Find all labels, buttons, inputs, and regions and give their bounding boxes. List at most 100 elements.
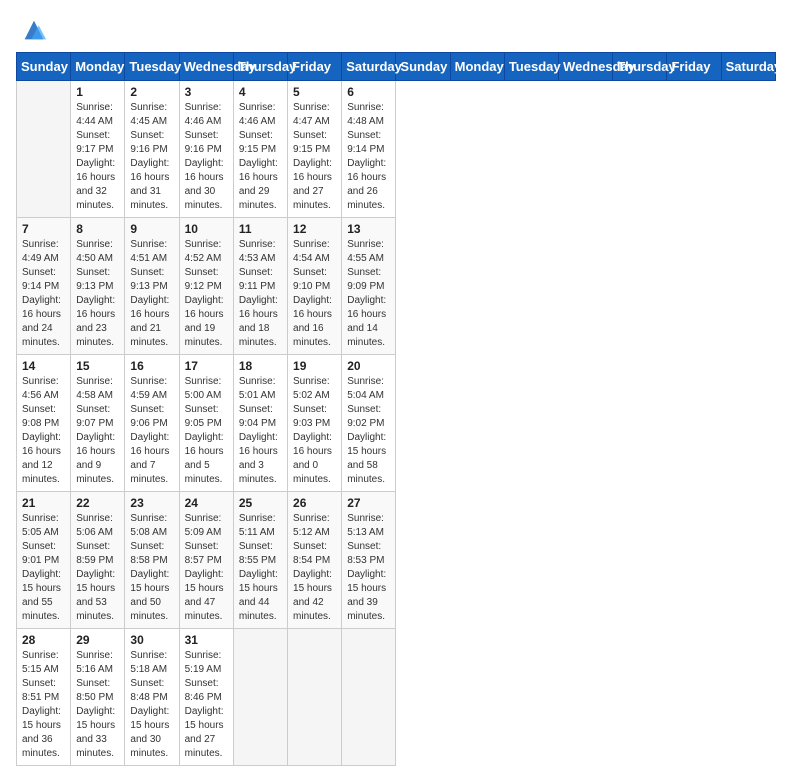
- day-info: Sunrise: 4:49 AMSunset: 9:14 PMDaylight:…: [22, 238, 65, 350]
- calendar-cell: 28 Sunrise: 5:15 AMSunset: 8:51 PMDaylig…: [17, 629, 71, 766]
- calendar-header-row: SundayMondayTuesdayWednesdayThursdayFrid…: [17, 53, 776, 81]
- calendar-week-row: 1 Sunrise: 4:44 AMSunset: 9:17 PMDayligh…: [17, 81, 776, 218]
- day-number: 25: [239, 496, 282, 510]
- calendar-cell: [17, 81, 71, 218]
- day-number: 2: [130, 85, 173, 99]
- day-number: 4: [239, 85, 282, 99]
- calendar-cell: 18 Sunrise: 5:01 AMSunset: 9:04 PMDaylig…: [233, 355, 287, 492]
- calendar-cell: 29 Sunrise: 5:16 AMSunset: 8:50 PMDaylig…: [71, 629, 125, 766]
- calendar-cell: 11 Sunrise: 4:53 AMSunset: 9:11 PMDaylig…: [233, 218, 287, 355]
- calendar-cell: 5 Sunrise: 4:47 AMSunset: 9:15 PMDayligh…: [288, 81, 342, 218]
- day-number: 22: [76, 496, 119, 510]
- calendar-cell: 19 Sunrise: 5:02 AMSunset: 9:03 PMDaylig…: [288, 355, 342, 492]
- calendar-cell: 1 Sunrise: 4:44 AMSunset: 9:17 PMDayligh…: [71, 81, 125, 218]
- day-info: Sunrise: 4:56 AMSunset: 9:08 PMDaylight:…: [22, 375, 65, 487]
- day-info: Sunrise: 5:02 AMSunset: 9:03 PMDaylight:…: [293, 375, 336, 487]
- calendar-table: SundayMondayTuesdayWednesdayThursdayFrid…: [16, 52, 776, 766]
- calendar-cell: 4 Sunrise: 4:46 AMSunset: 9:15 PMDayligh…: [233, 81, 287, 218]
- day-info: Sunrise: 4:46 AMSunset: 9:16 PMDaylight:…: [185, 101, 228, 213]
- day-number: 17: [185, 359, 228, 373]
- day-info: Sunrise: 4:52 AMSunset: 9:12 PMDaylight:…: [185, 238, 228, 350]
- day-number: 1: [76, 85, 119, 99]
- day-info: Sunrise: 5:13 AMSunset: 8:53 PMDaylight:…: [347, 512, 390, 624]
- day-info: Sunrise: 4:54 AMSunset: 9:10 PMDaylight:…: [293, 238, 336, 350]
- day-info: Sunrise: 5:06 AMSunset: 8:59 PMDaylight:…: [76, 512, 119, 624]
- day-info: Sunrise: 5:04 AMSunset: 9:02 PMDaylight:…: [347, 375, 390, 487]
- weekday-header-friday: Friday: [667, 53, 721, 81]
- day-info: Sunrise: 5:05 AMSunset: 9:01 PMDaylight:…: [22, 512, 65, 624]
- weekday-header-wednesday: Wednesday: [559, 53, 613, 81]
- day-info: Sunrise: 4:53 AMSunset: 9:11 PMDaylight:…: [239, 238, 282, 350]
- day-number: 24: [185, 496, 228, 510]
- calendar-week-row: 21 Sunrise: 5:05 AMSunset: 9:01 PMDaylig…: [17, 492, 776, 629]
- calendar-cell: 3 Sunrise: 4:46 AMSunset: 9:16 PMDayligh…: [179, 81, 233, 218]
- header-wednesday: Wednesday: [179, 53, 233, 81]
- logo: [16, 16, 48, 44]
- calendar-cell: 16 Sunrise: 4:59 AMSunset: 9:06 PMDaylig…: [125, 355, 179, 492]
- day-info: Sunrise: 4:45 AMSunset: 9:16 PMDaylight:…: [130, 101, 173, 213]
- day-info: Sunrise: 5:00 AMSunset: 9:05 PMDaylight:…: [185, 375, 228, 487]
- calendar-cell: [233, 629, 287, 766]
- calendar-cell: 31 Sunrise: 5:19 AMSunset: 8:46 PMDaylig…: [179, 629, 233, 766]
- day-info: Sunrise: 4:59 AMSunset: 9:06 PMDaylight:…: [130, 375, 173, 487]
- calendar-cell: 20 Sunrise: 5:04 AMSunset: 9:02 PMDaylig…: [342, 355, 396, 492]
- day-number: 26: [293, 496, 336, 510]
- day-number: 29: [76, 633, 119, 647]
- calendar-cell: 26 Sunrise: 5:12 AMSunset: 8:54 PMDaylig…: [288, 492, 342, 629]
- day-info: Sunrise: 4:48 AMSunset: 9:14 PMDaylight:…: [347, 101, 390, 213]
- day-info: Sunrise: 5:19 AMSunset: 8:46 PMDaylight:…: [185, 649, 228, 761]
- calendar-cell: 2 Sunrise: 4:45 AMSunset: 9:16 PMDayligh…: [125, 81, 179, 218]
- page-header: [16, 16, 776, 44]
- calendar-cell: 23 Sunrise: 5:08 AMSunset: 8:58 PMDaylig…: [125, 492, 179, 629]
- calendar-cell: 13 Sunrise: 4:55 AMSunset: 9:09 PMDaylig…: [342, 218, 396, 355]
- calendar-week-row: 7 Sunrise: 4:49 AMSunset: 9:14 PMDayligh…: [17, 218, 776, 355]
- weekday-header-thursday: Thursday: [613, 53, 667, 81]
- day-number: 9: [130, 222, 173, 236]
- day-info: Sunrise: 5:12 AMSunset: 8:54 PMDaylight:…: [293, 512, 336, 624]
- day-number: 23: [130, 496, 173, 510]
- day-number: 8: [76, 222, 119, 236]
- day-number: 7: [22, 222, 65, 236]
- calendar-cell: 9 Sunrise: 4:51 AMSunset: 9:13 PMDayligh…: [125, 218, 179, 355]
- day-info: Sunrise: 5:16 AMSunset: 8:50 PMDaylight:…: [76, 649, 119, 761]
- day-info: Sunrise: 4:55 AMSunset: 9:09 PMDaylight:…: [347, 238, 390, 350]
- header-friday: Friday: [288, 53, 342, 81]
- calendar-cell: 30 Sunrise: 5:18 AMSunset: 8:48 PMDaylig…: [125, 629, 179, 766]
- calendar-cell: 10 Sunrise: 4:52 AMSunset: 9:12 PMDaylig…: [179, 218, 233, 355]
- day-number: 19: [293, 359, 336, 373]
- day-number: 31: [185, 633, 228, 647]
- calendar-week-row: 28 Sunrise: 5:15 AMSunset: 8:51 PMDaylig…: [17, 629, 776, 766]
- day-number: 20: [347, 359, 390, 373]
- day-number: 13: [347, 222, 390, 236]
- day-number: 12: [293, 222, 336, 236]
- day-info: Sunrise: 4:44 AMSunset: 9:17 PMDaylight:…: [76, 101, 119, 213]
- day-number: 14: [22, 359, 65, 373]
- calendar-cell: 12 Sunrise: 4:54 AMSunset: 9:10 PMDaylig…: [288, 218, 342, 355]
- weekday-header-tuesday: Tuesday: [504, 53, 558, 81]
- day-number: 18: [239, 359, 282, 373]
- day-number: 10: [185, 222, 228, 236]
- day-info: Sunrise: 5:11 AMSunset: 8:55 PMDaylight:…: [239, 512, 282, 624]
- calendar-cell: 17 Sunrise: 5:00 AMSunset: 9:05 PMDaylig…: [179, 355, 233, 492]
- header-monday: Monday: [71, 53, 125, 81]
- day-info: Sunrise: 5:01 AMSunset: 9:04 PMDaylight:…: [239, 375, 282, 487]
- calendar-cell: [288, 629, 342, 766]
- calendar-cell: 25 Sunrise: 5:11 AMSunset: 8:55 PMDaylig…: [233, 492, 287, 629]
- day-info: Sunrise: 5:15 AMSunset: 8:51 PMDaylight:…: [22, 649, 65, 761]
- day-info: Sunrise: 4:51 AMSunset: 9:13 PMDaylight:…: [130, 238, 173, 350]
- day-number: 15: [76, 359, 119, 373]
- day-number: 16: [130, 359, 173, 373]
- calendar-cell: 6 Sunrise: 4:48 AMSunset: 9:14 PMDayligh…: [342, 81, 396, 218]
- day-number: 28: [22, 633, 65, 647]
- day-number: 6: [347, 85, 390, 99]
- day-number: 11: [239, 222, 282, 236]
- logo-icon: [20, 16, 48, 44]
- calendar-week-row: 14 Sunrise: 4:56 AMSunset: 9:08 PMDaylig…: [17, 355, 776, 492]
- weekday-header-sunday: Sunday: [396, 53, 450, 81]
- header-sunday: Sunday: [17, 53, 71, 81]
- calendar-cell: 22 Sunrise: 5:06 AMSunset: 8:59 PMDaylig…: [71, 492, 125, 629]
- day-info: Sunrise: 4:58 AMSunset: 9:07 PMDaylight:…: [76, 375, 119, 487]
- header-thursday: Thursday: [233, 53, 287, 81]
- header-saturday: Saturday: [342, 53, 396, 81]
- calendar-cell: 27 Sunrise: 5:13 AMSunset: 8:53 PMDaylig…: [342, 492, 396, 629]
